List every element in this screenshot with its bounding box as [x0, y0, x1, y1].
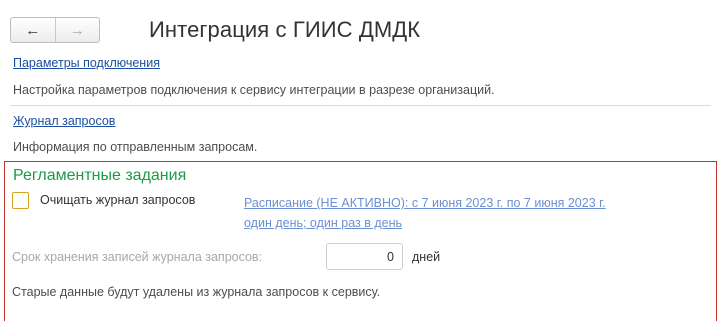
old-data-info-text: Старые данные будут удалены из журнала з… [12, 285, 381, 299]
divider [10, 105, 711, 106]
connection-settings-link[interactable]: Параметры подключения [13, 56, 160, 70]
retention-period-label: Срок хранения записей журнала запросов: [12, 250, 263, 264]
scheduled-tasks-title: Регламентные задания [13, 167, 187, 184]
forward-arrow-icon[interactable]: → [56, 18, 100, 42]
retention-period-input[interactable] [326, 243, 403, 270]
page-title: Интеграция с ГИИС ДМДК [149, 17, 421, 42]
navigation-buttons: ← → [10, 17, 100, 43]
schedule-link-line-2[interactable]: один день; один раз в день [244, 213, 714, 233]
request-log-description: Информация по отправленным запросам. [13, 140, 258, 154]
request-log-link[interactable]: Журнал запросов [13, 114, 115, 128]
schedule-link[interactable]: Расписание (НЕ АКТИВНО): с 7 июня 2023 г… [244, 193, 714, 233]
back-arrow-icon[interactable]: ← [11, 18, 56, 42]
connection-settings-description: Настройка параметров подключения к серви… [13, 83, 495, 97]
retention-unit-label: дней [412, 250, 441, 264]
clear-log-checkbox[interactable] [12, 192, 29, 209]
clear-log-checkbox-label[interactable]: Очищать журнал запросов [40, 193, 195, 207]
schedule-link-line-1[interactable]: Расписание (НЕ АКТИВНО): с 7 июня 2023 г… [244, 193, 714, 213]
